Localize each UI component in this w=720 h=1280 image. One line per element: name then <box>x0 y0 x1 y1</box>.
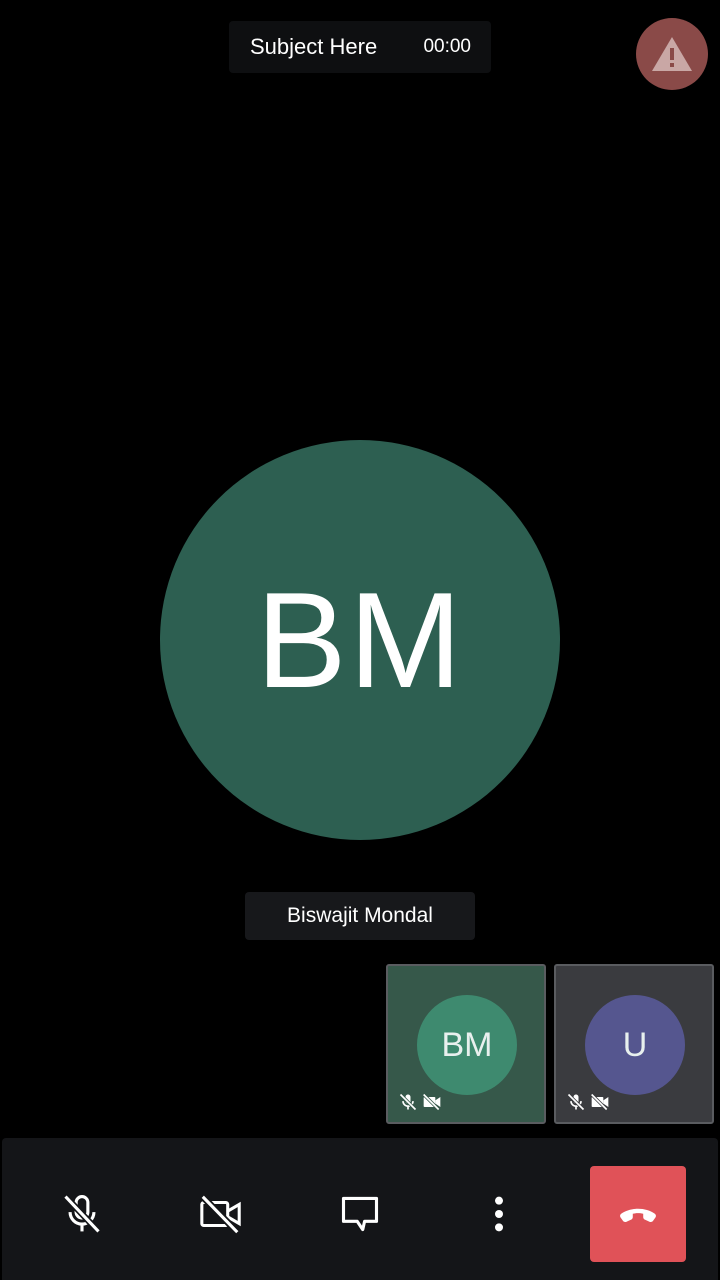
participant-thumbnail[interactable]: BM <box>386 964 546 1124</box>
thumbnail-status <box>566 1092 610 1112</box>
mic-off-icon <box>399 1093 417 1111</box>
thumbnail-initials: U <box>622 1025 648 1064</box>
thumbnail-avatar: U <box>585 995 685 1095</box>
participant-thumbnail[interactable]: U <box>554 964 714 1124</box>
warning-icon <box>652 37 692 71</box>
video-off-icon <box>200 1194 241 1235</box>
video-off-icon <box>590 1093 609 1111</box>
chat-button[interactable] <box>312 1166 408 1262</box>
video-off-icon <box>422 1093 441 1111</box>
main-participant-name: Biswajit Mondal <box>245 892 475 940</box>
hangup-icon <box>620 1208 656 1223</box>
more-options-button[interactable] <box>451 1166 547 1262</box>
hang-up-button[interactable] <box>590 1166 686 1262</box>
toggle-mic-button[interactable] <box>34 1166 130 1262</box>
thumbnail-status <box>398 1092 442 1112</box>
thumbnail-avatar: BM <box>417 995 517 1095</box>
main-participant-avatar: BM <box>160 440 560 840</box>
call-timer: 00:00 <box>423 36 471 57</box>
mic-off-icon <box>567 1093 585 1111</box>
toggle-video-button[interactable] <box>173 1166 269 1262</box>
call-toolbar <box>2 1138 718 1280</box>
video-call-screen: Subject Here 00:00 BM Biswajit Mondal BM <box>0 0 720 1280</box>
call-subject: Subject Here <box>250 34 378 59</box>
more-vertical-icon <box>495 1196 503 1232</box>
mic-off-icon <box>63 1194 101 1234</box>
call-header: Subject Here 00:00 <box>229 21 491 73</box>
connection-warning-button[interactable] <box>636 18 708 90</box>
thumbnail-initials: BM <box>441 1025 493 1064</box>
main-participant-initials: BM <box>256 564 464 716</box>
chat-icon <box>341 1196 379 1232</box>
